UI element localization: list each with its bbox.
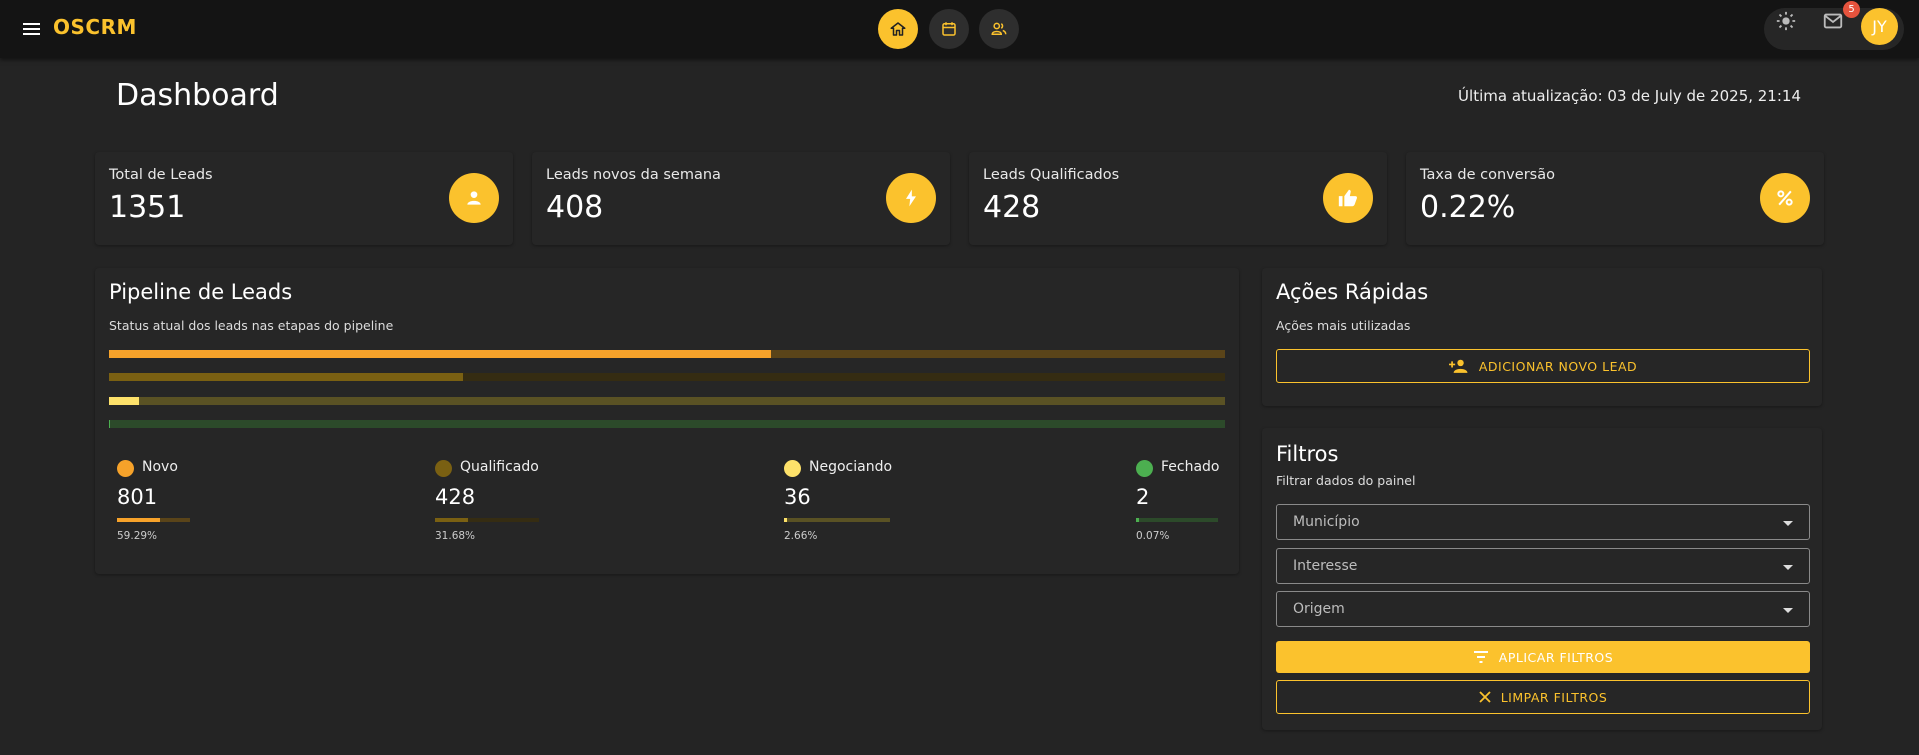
pipeline-bar-fill: [109, 420, 110, 428]
stage-name: Fechado: [1161, 459, 1220, 475]
stat-label: Total de Leads: [109, 167, 213, 183]
stage-progress: [117, 518, 190, 522]
stage-name: Novo: [142, 459, 178, 475]
stage-progress-fill: [1136, 518, 1139, 522]
stage-progress: [1136, 518, 1218, 522]
menu-icon[interactable]: [20, 17, 44, 41]
stat-label: Leads Qualificados: [983, 167, 1120, 183]
stage-progress-fill: [117, 518, 161, 522]
stage-percent: 2.66%: [784, 530, 818, 542]
clear-filters-button[interactable]: LIMPAR FILTROS: [1276, 680, 1810, 714]
select-label: Município: [1293, 514, 1360, 530]
stage-progress: [435, 518, 539, 522]
filter-icon: [1473, 651, 1488, 663]
stage-count: 2: [1136, 485, 1150, 509]
person-icon: [449, 173, 499, 223]
select-label: Interesse: [1293, 558, 1358, 574]
pipeline-bar-fill: [109, 373, 463, 381]
stage-percent: 59.29%: [117, 530, 158, 542]
dropdown-arrow-icon: [1783, 521, 1793, 526]
quick-actions-subtitle: Ações mais utilizadas: [1276, 318, 1411, 333]
select-label: Origem: [1293, 601, 1345, 617]
apply-filters-label: APLICAR FILTROS: [1498, 649, 1614, 665]
mail-icon[interactable]: [1822, 10, 1844, 32]
thumbs-up-icon: [1323, 173, 1373, 223]
top-app-bar: OSCRM 5 JY: [0, 0, 1919, 58]
stat-value: 1351: [109, 190, 186, 225]
stage-name: Negociando: [809, 459, 893, 475]
filters-subtitle: Filtrar dados do painel: [1276, 473, 1416, 488]
app-logo[interactable]: OSCRM: [53, 15, 137, 39]
municipio-select[interactable]: Município: [1276, 504, 1810, 540]
stat-label: Taxa de conversão: [1420, 167, 1555, 183]
theme-toggle-icon[interactable]: [1775, 10, 1797, 32]
calendar-icon: [942, 22, 956, 36]
stage-count: 428: [435, 485, 476, 509]
stage-progress-fill: [435, 518, 468, 522]
stat-card-qualified-leads: Leads Qualificados 428: [969, 152, 1387, 245]
person-add-icon: [1448, 359, 1468, 373]
nav-calendar-button[interactable]: [929, 9, 969, 49]
home-icon: [890, 22, 906, 36]
user-avatar[interactable]: JY: [1861, 8, 1898, 45]
percent-icon: [1760, 173, 1810, 223]
status-dot-icon: [435, 460, 452, 477]
status-dot-icon: [784, 460, 801, 477]
pipeline-bar-fechado: [109, 420, 1225, 428]
filters-title: Filtros: [1276, 442, 1339, 466]
add-lead-button[interactable]: ADICIONAR NOVO LEAD: [1276, 349, 1810, 383]
stat-card-total-leads: Total de Leads 1351: [95, 152, 513, 245]
dropdown-arrow-icon: [1783, 565, 1793, 570]
interesse-select[interactable]: Interesse: [1276, 548, 1810, 584]
stat-label: Leads novos da semana: [546, 167, 721, 183]
origem-select[interactable]: Origem: [1276, 591, 1810, 627]
bolt-icon: [886, 173, 936, 223]
pipeline-bar-fill: [109, 350, 771, 358]
apply-filters-button[interactable]: APLICAR FILTROS: [1276, 641, 1810, 673]
pipeline-bar-fill: [109, 397, 139, 405]
last-updated-text: Última atualização: 03 de July de 2025, …: [1458, 87, 1801, 105]
stat-value: 0.22%: [1420, 190, 1516, 225]
nav-users-button[interactable]: [979, 9, 1019, 49]
status-dot-icon: [1136, 460, 1153, 477]
dropdown-arrow-icon: [1783, 608, 1793, 613]
stage-progress-fill: [784, 518, 787, 522]
pipeline-bar-novo: [109, 350, 1225, 358]
notification-badge: 5: [1843, 1, 1860, 18]
quick-actions-title: Ações Rápidas: [1276, 280, 1429, 304]
add-lead-label: ADICIONAR NOVO LEAD: [1478, 358, 1638, 374]
stat-value: 408: [546, 190, 604, 225]
stat-card-new-leads-week: Leads novos da semana 408: [532, 152, 950, 245]
nav-home-button[interactable]: [878, 9, 918, 49]
status-dot-icon: [117, 460, 134, 477]
stage-percent: 31.68%: [435, 530, 476, 542]
users-icon: [991, 22, 1007, 35]
close-icon: [1479, 691, 1491, 703]
stat-value: 428: [983, 190, 1041, 225]
page-title: Dashboard: [116, 78, 279, 113]
clear-filters-label: LIMPAR FILTROS: [1500, 689, 1608, 705]
stage-count: 36: [784, 485, 811, 509]
pipeline-title: Pipeline de Leads: [109, 280, 293, 304]
pipeline-bar-qualificado: [109, 373, 1225, 381]
stage-count: 801: [117, 485, 158, 509]
stat-card-conversion-rate: Taxa de conversão 0.22%: [1406, 152, 1824, 245]
stage-progress: [784, 518, 890, 522]
pipeline-subtitle: Status atual dos leads nas etapas do pip…: [109, 318, 394, 333]
stage-percent: 0.07%: [1136, 530, 1170, 542]
stage-name: Qualificado: [460, 459, 539, 475]
pipeline-bar-negociando: [109, 397, 1225, 405]
